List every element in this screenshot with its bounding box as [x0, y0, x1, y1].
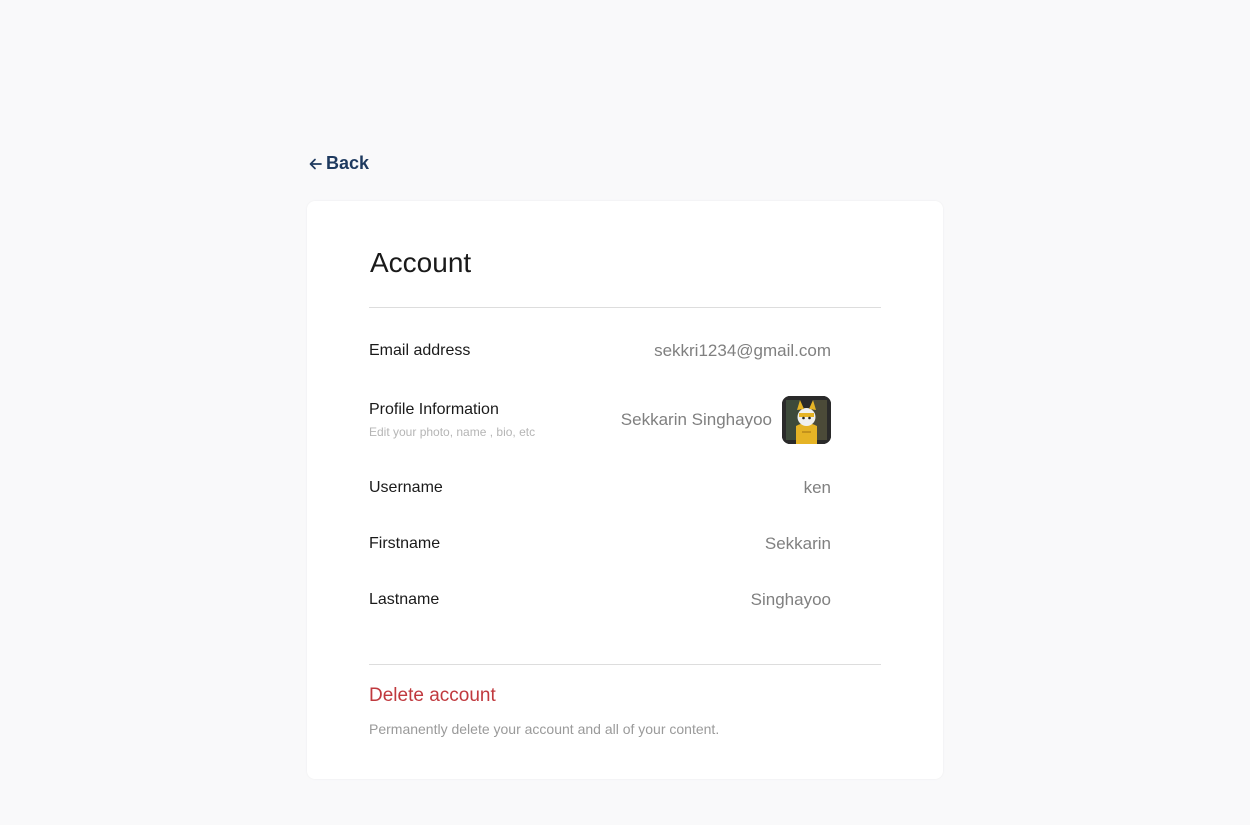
username-row[interactable]: Username ken — [369, 478, 831, 498]
arrow-left-icon — [308, 156, 324, 172]
lastname-row[interactable]: Lastname Singhayoo — [369, 590, 831, 610]
avatar[interactable] — [782, 396, 831, 444]
profile-summary: Sekkarin Singhayoo — [621, 396, 831, 444]
page-title: Account — [370, 247, 472, 278]
profile-info-text: Profile Information Edit your photo, nam… — [369, 401, 535, 439]
danger-divider — [369, 664, 881, 665]
lastname-label: Lastname — [369, 591, 440, 608]
profile-display-name: Sekkarin Singhayoo — [620, 410, 772, 429]
user-avatar-icon — [782, 396, 831, 444]
firstname-value: Sekkarin — [764, 534, 831, 553]
profile-information-row[interactable]: Profile Information Edit your photo, nam… — [369, 396, 831, 444]
email-label: Email address — [369, 342, 471, 359]
account-card: Account Email address sekkri1234@gmail.c… — [307, 201, 943, 779]
username-label: Username — [369, 479, 443, 496]
delete-account-description: Permanently delete your account and all … — [369, 721, 720, 737]
lastname-value: Singhayoo — [750, 590, 831, 609]
email-row[interactable]: Email address sekkri1234@gmail.com — [369, 341, 831, 361]
back-label: Back — [326, 153, 370, 173]
header-divider — [369, 307, 881, 308]
firstname-label: Firstname — [369, 535, 441, 552]
profile-info-sublabel: Edit your photo, name , bio, etc — [369, 425, 536, 439]
firstname-row[interactable]: Firstname Sekkarin — [369, 534, 831, 554]
username-value: ken — [803, 478, 831, 497]
email-value: sekkri1234@gmail.com — [654, 341, 831, 360]
profile-info-label: Profile Information — [369, 401, 499, 418]
back-link[interactable]: Back — [308, 153, 369, 174]
delete-account-button[interactable]: Delete account — [369, 685, 496, 707]
